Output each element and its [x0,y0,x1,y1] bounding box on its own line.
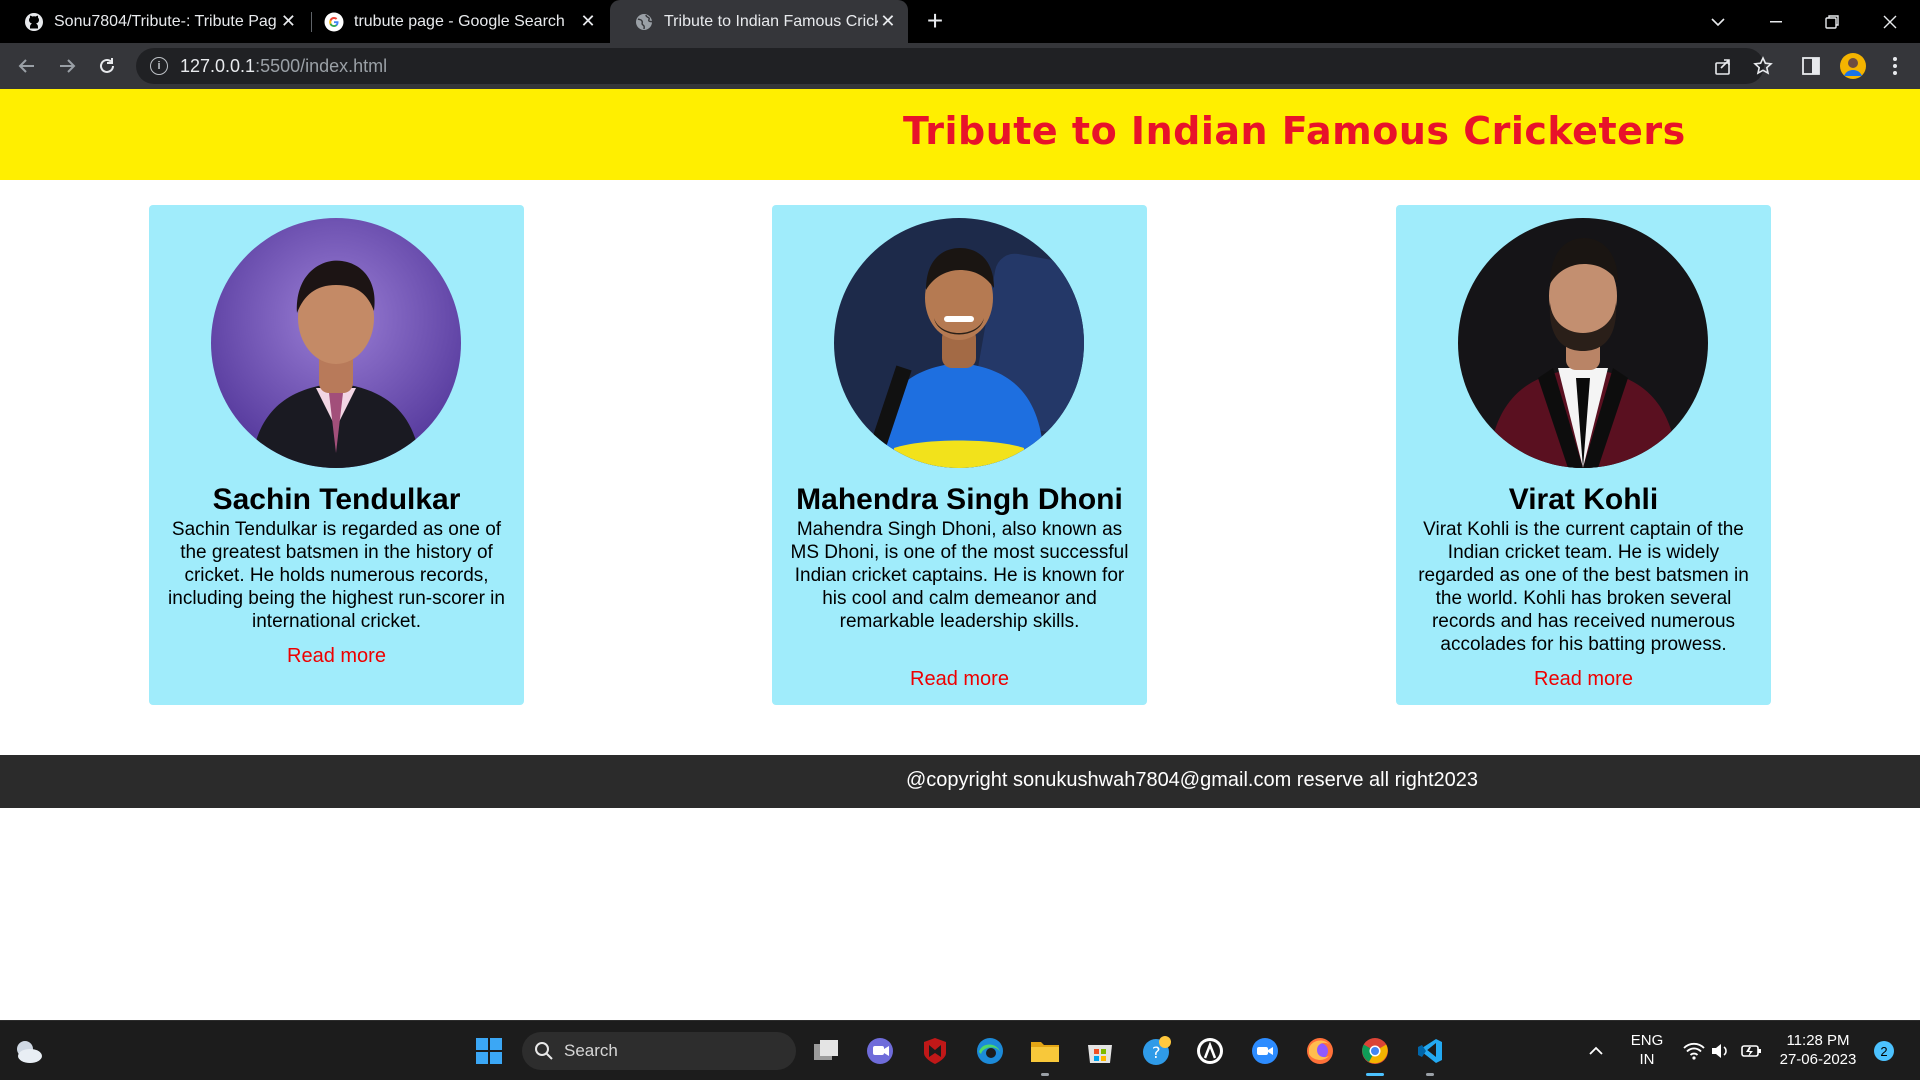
taskbar-indicator [1041,1073,1049,1076]
tab-title: Tribute to Indian Famous Cricketers [664,12,878,30]
cricketer-name: Sachin Tendulkar [212,483,461,516]
vscode-icon[interactable] [1414,1035,1446,1067]
read-more-link[interactable]: Read more [1396,668,1771,691]
kohli-portrait [1458,218,1708,468]
read-more-link[interactable]: Read more [149,645,524,668]
tab-github[interactable]: Sonu7804/Tribute-: Tribute Page ✕ [0,0,310,43]
app-icon[interactable] [1194,1035,1226,1067]
search-label: Search [564,1041,618,1060]
edge-icon[interactable] [974,1035,1006,1067]
side-panel-icon[interactable] [1796,51,1826,81]
close-icon[interactable]: ✕ [576,10,600,34]
teams-chat-icon[interactable] [864,1035,896,1067]
forward-button[interactable] [52,51,82,81]
tab-search-chevron-icon[interactable] [1690,0,1746,43]
task-view-icon[interactable] [810,1035,842,1067]
close-icon[interactable]: ✕ [277,10,300,34]
back-button[interactable] [12,51,42,81]
globe-icon [634,12,654,32]
restore-button[interactable] [1804,0,1860,43]
zoom-icon[interactable] [1249,1035,1281,1067]
tab-tribute-page[interactable]: Tribute to Indian Famous Cricketers ✕ [610,0,908,43]
menu-dots-icon[interactable] [1880,51,1910,81]
clock-time: 11:28 PM [1786,1032,1850,1049]
copyright-text: @copyright sonukushwah7804@gmail.com res… [906,769,1479,791]
cricketer-name: Virat Kohli [1508,483,1659,516]
language-indicator[interactable]: ENG IN [1622,1031,1672,1069]
firefox-icon[interactable] [1304,1035,1336,1067]
notification-count: 2 [1880,1043,1888,1059]
browser-toolbar: i 127.0.0.1 :5500/index.html [0,43,1920,89]
search-icon [534,1041,554,1061]
file-explorer-icon[interactable] [1029,1035,1061,1067]
taskbar-search-box[interactable]: Search [522,1032,796,1070]
cricketer-description: Sachin Tendulkar is regarded as one of t… [168,519,505,632]
chrome-icon[interactable] [1359,1035,1391,1067]
clock-date: 27-06-2023 [1779,1051,1857,1068]
cricketer-description: Virat Kohli is the current captain of th… [1418,519,1749,655]
dhoni-portrait [834,218,1084,468]
reload-button[interactable] [92,51,122,81]
taskbar-indicator [1366,1073,1384,1076]
cricketer-card-dhoni: Mahendra Singh Dhoni Mahendra Singh Dhon… [772,205,1147,705]
close-icon[interactable]: ✕ [878,10,898,34]
microsoft-store-icon[interactable] [1084,1035,1116,1067]
github-icon [24,12,44,32]
notification-badge[interactable]: 2 [1874,1041,1894,1061]
share-icon[interactable] [1708,51,1738,81]
cricketer-description: Mahendra Singh Dhoni, also known as MS D… [790,519,1129,632]
page-header: Tribute to Indian Famous Cricketers [0,89,1920,180]
cricketer-card-kohli: Virat Kohli Virat Kohli is the current c… [1396,205,1771,705]
url-path: :5500/index.html [255,55,388,76]
tab-title: Sonu7804/Tribute-: Tribute Page [54,12,277,30]
help-app-icon[interactable]: ? [1140,1035,1172,1067]
profile-avatar[interactable] [1838,51,1868,81]
svg-text:?: ? [1152,1043,1161,1062]
chevron-up-icon[interactable] [1580,1035,1612,1067]
page-title: Tribute to Indian Famous Cricketers [903,109,1686,153]
tab-title: trubute page - Google Search [354,12,565,30]
volume-icon[interactable] [1704,1035,1736,1067]
start-windows-icon[interactable] [473,1035,505,1067]
language-label: ENG [1630,1032,1664,1049]
minimize-button[interactable] [1748,0,1804,43]
address-bar[interactable]: i 127.0.0.1 :5500/index.html [136,48,1764,84]
url-host: 127.0.0.1 [180,55,256,76]
cricketer-card-sachin: Sachin Tendulkar Sachin Tendulkar is reg… [149,205,524,705]
new-tab-button[interactable]: + [920,5,950,36]
taskbar-indicator [1426,1073,1434,1076]
bookmark-star-icon[interactable] [1748,51,1778,81]
page-footer: @copyright sonukushwah7804@gmail.com res… [0,755,1920,808]
close-window-button[interactable] [1862,0,1918,43]
sachin-portrait [211,218,461,468]
read-more-link[interactable]: Read more [772,668,1147,691]
region-label: IN [1639,1051,1655,1068]
browser-tab-strip: Sonu7804/Tribute-: Tribute Page ✕ trubut… [0,0,1920,43]
tab-google-search[interactable]: trubute page - Google Search ✕ [300,0,610,43]
clock[interactable]: 11:28 PM 27-06-2023 [1776,1031,1860,1069]
weather-widget-icon[interactable] [12,1035,44,1067]
mcafee-icon[interactable] [919,1035,951,1067]
battery-icon[interactable] [1736,1035,1768,1067]
google-icon [324,12,344,32]
info-icon[interactable]: i [150,57,168,75]
cricketer-name: Mahendra Singh Dhoni [796,483,1123,516]
windows-taskbar: Search ? ENG IN 11:28 PM 27-06-2023 2 [0,1020,1920,1080]
